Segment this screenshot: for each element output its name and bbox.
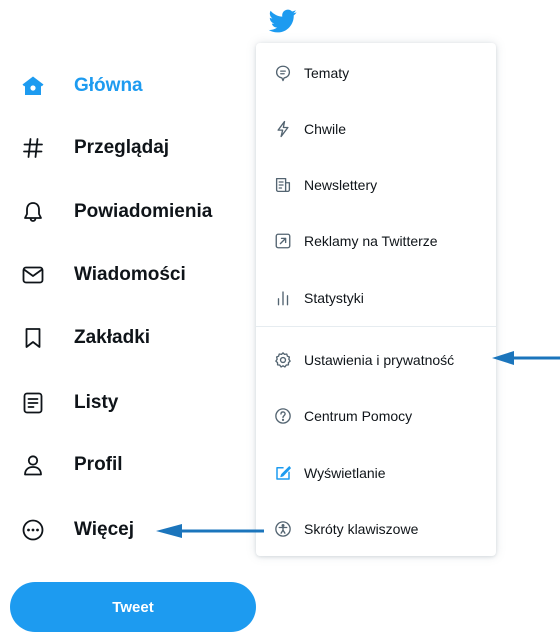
menu-item-newsletters[interactable]: Newslettery [256, 165, 496, 205]
nav-item-explore[interactable]: Przeglądaj [20, 128, 169, 168]
nav-label-home: Główna [74, 75, 143, 96]
menu-label-topics: Tematy [304, 65, 350, 81]
nav-label-lists: Listy [74, 392, 119, 413]
nav-item-profile[interactable]: Profil [20, 445, 123, 485]
nav-label-notifications: Powiadomienia [74, 201, 213, 222]
nav-label-profile: Profil [74, 454, 123, 475]
menu-label-keyboard-shortcuts: Skróty klawiszowe [304, 521, 419, 537]
nav-item-more[interactable]: Więcej [20, 510, 134, 550]
menu-divider [256, 326, 496, 327]
list-icon [20, 390, 46, 416]
display-icon [274, 464, 292, 482]
external-arrow-icon [274, 232, 292, 250]
gear-icon [274, 351, 292, 369]
twitter-logo-icon[interactable] [266, 7, 300, 35]
envelope-icon [20, 262, 46, 288]
nav-label-explore: Przeglądaj [74, 137, 170, 158]
nav-item-messages[interactable]: Wiadomości [20, 255, 186, 295]
accessibility-icon [274, 520, 292, 538]
nav-item-bookmarks[interactable]: Zakładki [20, 318, 150, 358]
menu-item-analytics[interactable]: Statystyki [256, 278, 496, 318]
bell-icon [20, 199, 46, 225]
menu-label-display: Wyświetlanie [304, 465, 386, 481]
menu-label-settings-privacy: Ustawienia i prywatność [304, 352, 455, 368]
lightning-icon [274, 120, 292, 138]
nav-label-bookmarks: Zakładki [74, 327, 151, 348]
menu-item-moments[interactable]: Chwile [256, 109, 496, 149]
menu-label-analytics: Statystyki [304, 290, 364, 306]
menu-item-topics[interactable]: Tematy [256, 53, 496, 93]
bookmark-icon [20, 325, 46, 351]
menu-label-newsletters: Newslettery [304, 177, 378, 193]
menu-item-keyboard-shortcuts[interactable]: Skróty klawiszowe [256, 509, 496, 549]
help-icon [274, 407, 292, 425]
menu-label-help-center: Centrum Pomocy [304, 408, 413, 424]
analytics-icon [274, 289, 292, 307]
nav-item-notifications[interactable]: Powiadomienia [20, 192, 212, 232]
nav-item-lists[interactable]: Listy [20, 383, 118, 423]
nav-label-messages: Wiadomości [74, 264, 186, 285]
menu-item-settings-privacy[interactable]: Ustawienia i prywatność [256, 340, 496, 380]
nav-item-home[interactable]: Główna [20, 66, 143, 106]
topics-icon [274, 64, 292, 82]
nav-label-more: Więcej [74, 519, 135, 540]
tweet-button[interactable]: Tweet [10, 582, 256, 632]
more-menu: Tematy Chwile Newslettery Reklamy na Twi… [256, 43, 496, 556]
menu-item-display[interactable]: Wyświetlanie [256, 453, 496, 493]
menu-item-twitter-ads[interactable]: Reklamy na Twitterze [256, 221, 496, 261]
person-icon [20, 452, 46, 478]
menu-label-moments: Chwile [304, 121, 347, 137]
home-icon [20, 73, 46, 99]
newsletter-icon [274, 176, 292, 194]
hashtag-icon [20, 135, 46, 161]
menu-label-twitter-ads: Reklamy na Twitterze [304, 233, 438, 249]
annotation-arrow-more-icon [156, 524, 264, 538]
menu-item-help-center[interactable]: Centrum Pomocy [256, 396, 496, 436]
annotation-arrow-settings-icon [492, 351, 560, 365]
more-circle-icon [20, 517, 46, 543]
